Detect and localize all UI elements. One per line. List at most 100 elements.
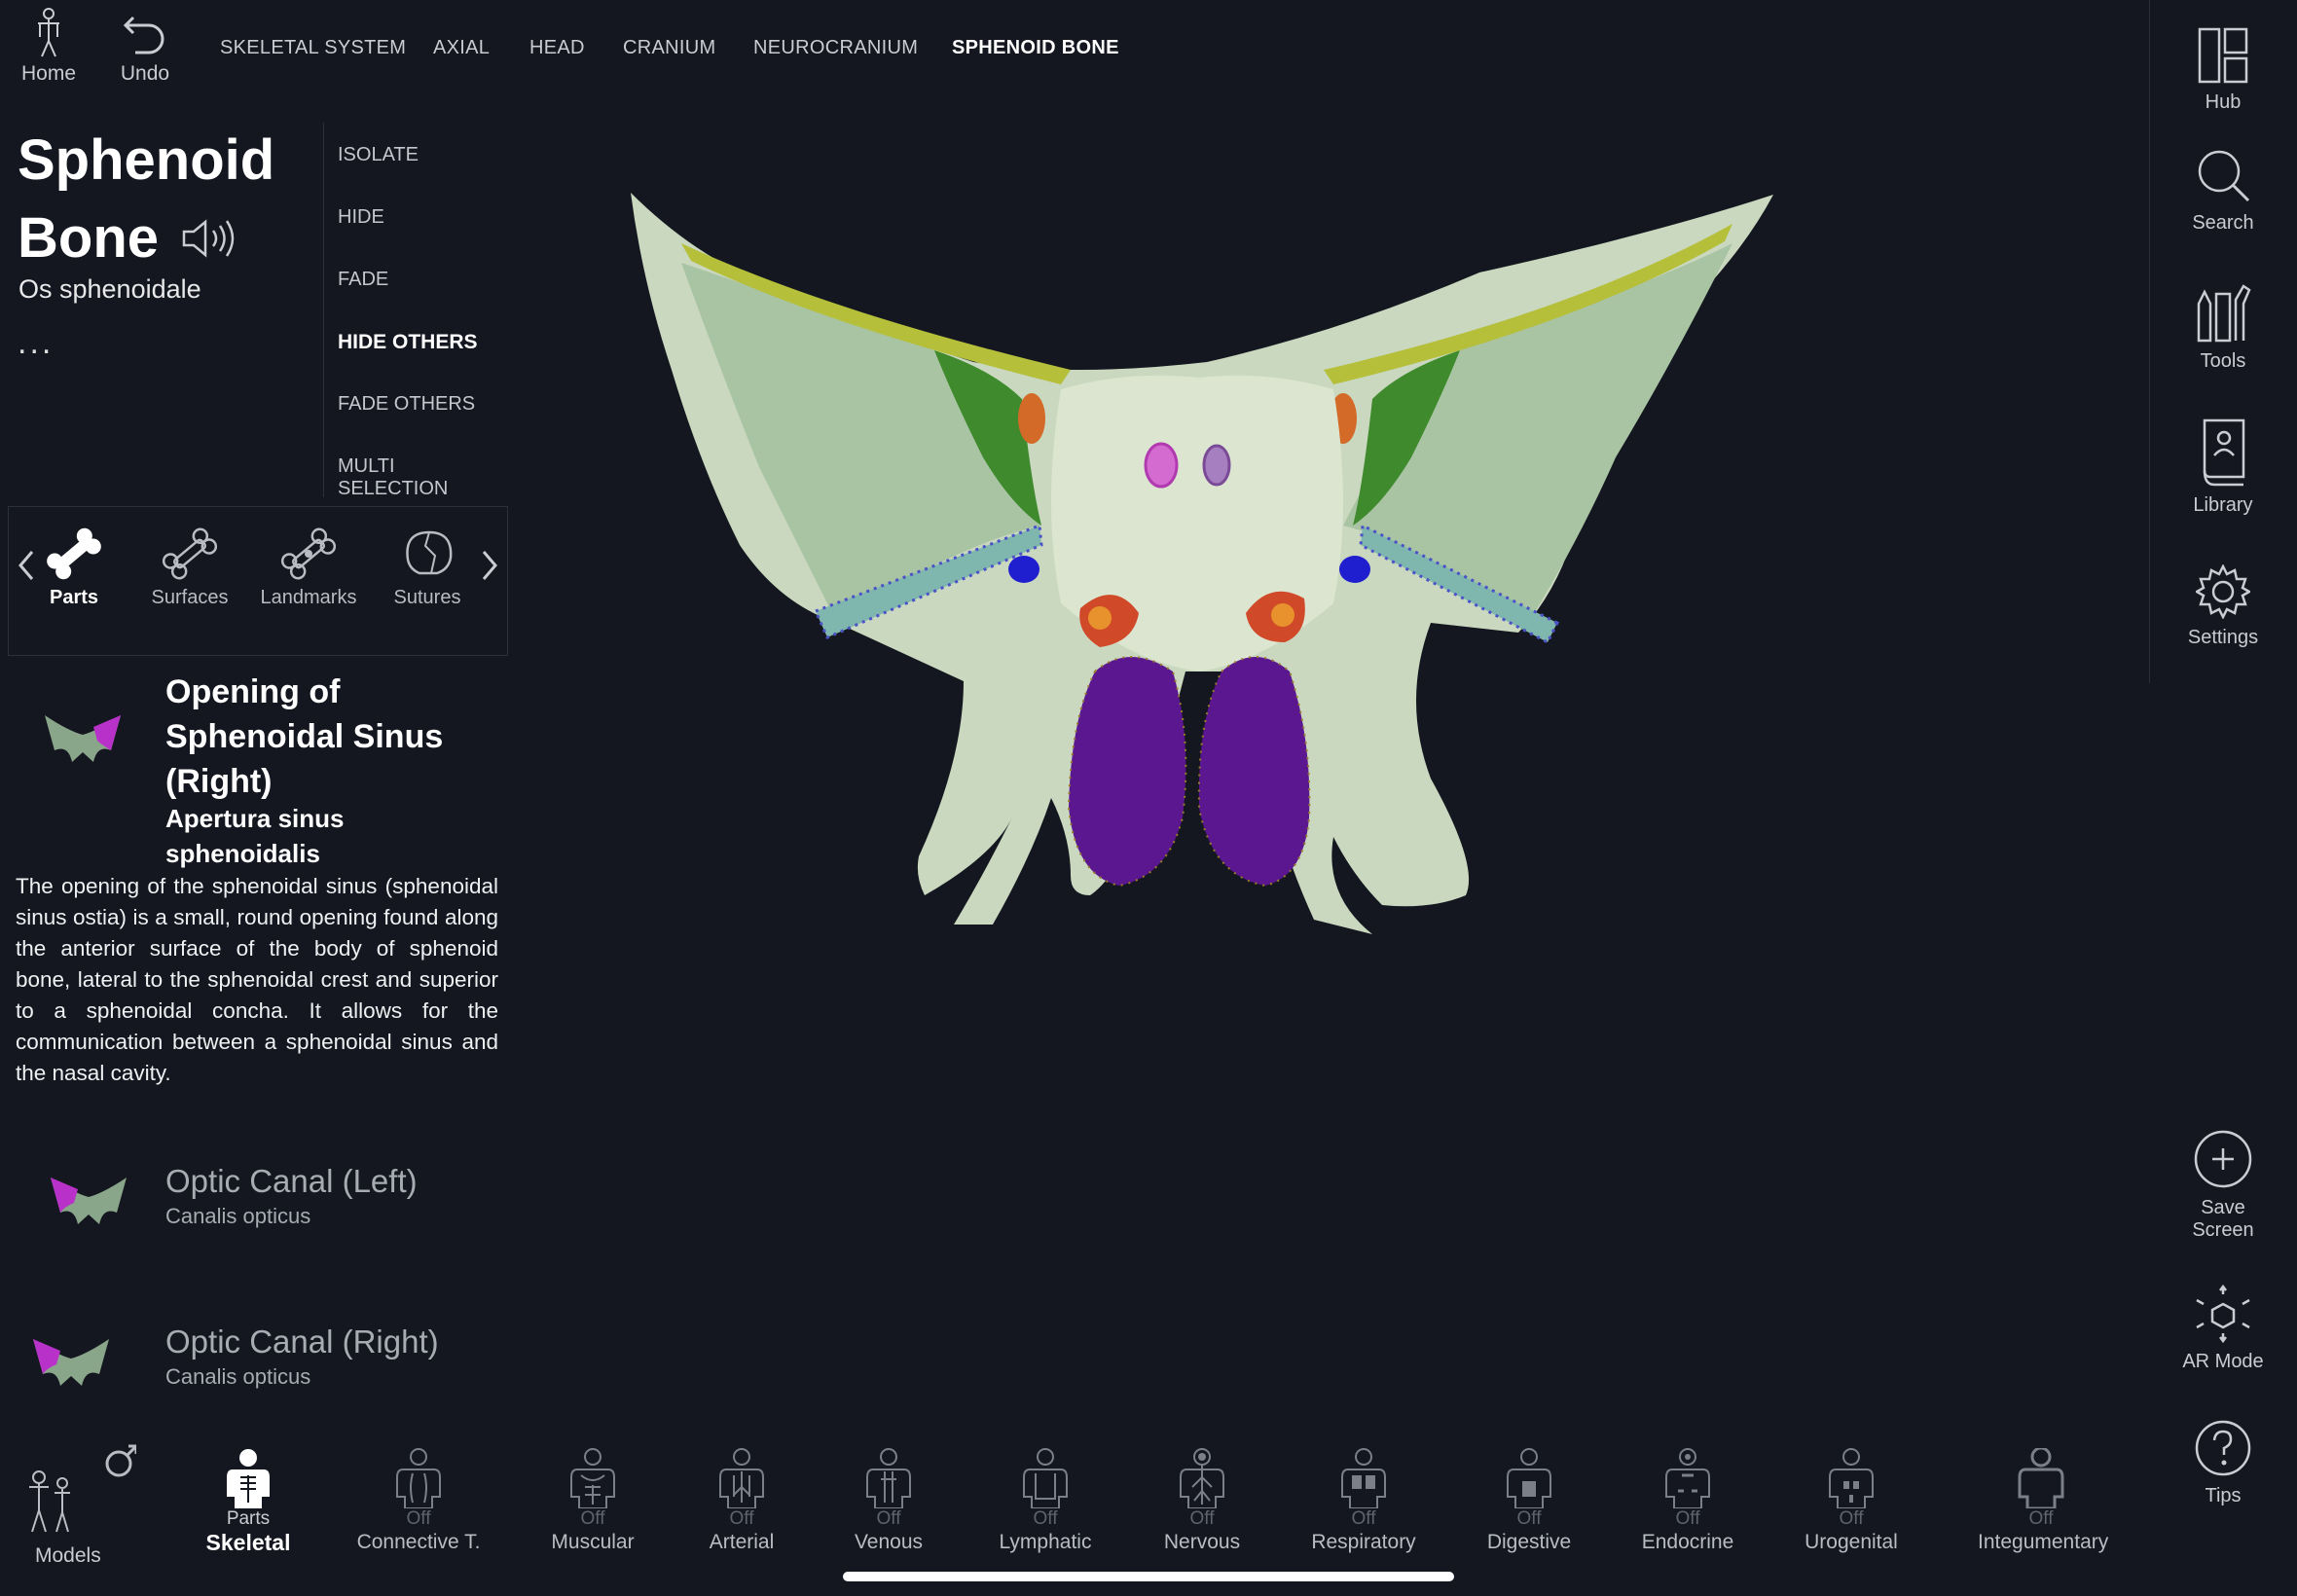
system-lymphatic-state: Off (1033, 1508, 1058, 1529)
tips-button[interactable]: Tips (2149, 1419, 2297, 1507)
right-foramen-rotundum[interactable] (1339, 556, 1370, 583)
tab-surfaces-label: Surfaces (151, 587, 229, 608)
system-arterial-name: Arterial (709, 1531, 775, 1553)
undo-label: Undo (120, 62, 170, 85)
home-label: Home (20, 62, 77, 85)
left-pterygoid-canal-inner (1088, 606, 1112, 630)
structure-name-line2: Bone (18, 206, 159, 270)
system-endocrine[interactable]: Off Endocrine (1624, 1448, 1751, 1555)
endocrine-icon (1665, 1448, 1710, 1508)
muscular-icon (570, 1448, 615, 1508)
system-urogenital-state: Off (1839, 1508, 1864, 1529)
fade-button[interactable]: FADE (338, 269, 388, 291)
tab-parts[interactable]: Parts (20, 526, 128, 609)
models-button[interactable]: Models (19, 1442, 138, 1578)
breadcrumb-cranium[interactable]: CRANIUM (623, 37, 715, 59)
home-indicator-bar[interactable] (843, 1572, 1454, 1581)
breadcrumb-axial[interactable]: AXIAL (433, 37, 490, 59)
settings-button[interactable]: Settings (2149, 564, 2297, 649)
urogenital-icon (1829, 1448, 1874, 1508)
system-arterial[interactable]: Off Arterial (678, 1448, 805, 1555)
parts-tab-strip: Parts Surfaces Landmarks Sutures (8, 506, 508, 656)
hub-button[interactable]: Hub (2149, 27, 2297, 114)
system-connective-tissue[interactable]: Off Connective T. (355, 1448, 482, 1555)
more-options-button[interactable]: ... (18, 324, 54, 362)
settings-label: Settings (2187, 627, 2259, 648)
system-muscular-name: Muscular (551, 1531, 635, 1553)
tab-sutures[interactable]: Sutures (374, 526, 481, 609)
ar-cube-icon (2196, 1285, 2250, 1343)
system-nervous-state: Off (1189, 1508, 1215, 1529)
sphenoid-bone-3d-model[interactable] (603, 175, 1791, 954)
system-muscular[interactable]: Off Muscular (529, 1448, 656, 1555)
arterial-icon (719, 1448, 764, 1508)
connective-tissue-icon (396, 1448, 441, 1508)
bone-outline-icon (162, 527, 218, 580)
system-respiratory-name: Respiratory (1311, 1531, 1416, 1553)
hub-label: Hub (2205, 91, 2242, 113)
ar-mode-button[interactable]: AR Mode (2149, 1285, 2297, 1373)
undo-button[interactable]: Undo (101, 8, 189, 86)
hide-others-button[interactable]: HIDE OTHERS (338, 331, 478, 354)
tab-landmarks[interactable]: Landmarks (255, 526, 362, 609)
list-item[interactable]: Optic Canal (Left) Canalis opticus (39, 1163, 496, 1251)
save-screen-label-2: Screen (2192, 1219, 2254, 1241)
left-foramen-rotundum[interactable] (1008, 556, 1039, 583)
hide-button[interactable]: HIDE (338, 206, 384, 229)
tools-label: Tools (2200, 350, 2246, 372)
system-lymphatic[interactable]: Off Lymphatic (982, 1448, 1109, 1555)
tab-parts-label: Parts (49, 587, 99, 608)
multi-selection-button[interactable]: MULTI SELECTION (338, 455, 509, 500)
system-digestive-name: Digestive (1486, 1531, 1572, 1553)
system-endocrine-state: Off (1675, 1508, 1700, 1529)
system-venous-name: Venous (854, 1531, 924, 1553)
system-respiratory[interactable]: Off Respiratory (1300, 1448, 1427, 1555)
breadcrumb-skeletal-system[interactable]: SKELETAL SYSTEM (220, 37, 406, 59)
system-digestive-state: Off (1516, 1508, 1542, 1529)
save-screen-button[interactable]: Save Screen (2149, 1129, 2297, 1242)
search-button[interactable]: Search (2149, 148, 2297, 235)
system-urogenital-name: Urogenital (1805, 1531, 1898, 1553)
selected-part-title: Opening of Sphenoidal Sinus (Right) (165, 673, 444, 800)
skeleton-icon (227, 1449, 270, 1508)
fade-others-button[interactable]: FADE OTHERS (338, 393, 475, 416)
optic-canal-right-thumbnail (33, 1339, 109, 1386)
tab-landmarks-label: Landmarks (260, 587, 357, 608)
gear-icon (2196, 564, 2250, 619)
system-digestive[interactable]: Off Digestive (1466, 1448, 1592, 1555)
list-item-name: Optic Canal (Right) (165, 1324, 439, 1360)
tools-button[interactable]: Tools (2149, 284, 2297, 373)
right-sphenoidal-concha[interactable] (1197, 656, 1311, 888)
list-item-latin: Canalis opticus (165, 1204, 311, 1228)
hub-icon (2198, 27, 2248, 84)
chevron-right-icon[interactable] (480, 548, 499, 583)
tab-surfaces[interactable]: Surfaces (136, 526, 243, 609)
system-nervous[interactable]: Off Nervous (1139, 1448, 1265, 1555)
isolate-button[interactable]: ISOLATE (338, 144, 419, 166)
stomach-icon (1507, 1448, 1551, 1508)
system-integumentary[interactable]: Off Integumentary (1978, 1448, 2108, 1555)
venous-icon (866, 1448, 911, 1508)
right-sinus-opening[interactable] (1144, 442, 1179, 489)
structure-title: Sphenoid Bone (18, 122, 329, 277)
breadcrumb-neurocranium[interactable]: NEUROCRANIUM (753, 37, 918, 59)
system-arterial-state: Off (729, 1508, 754, 1529)
breadcrumb-sphenoid-bone[interactable]: SPHENOID BONE (952, 37, 1119, 59)
system-skeletal[interactable]: Parts Skeletal (185, 1448, 311, 1555)
system-nervous-name: Nervous (1163, 1531, 1241, 1553)
list-item[interactable]: Optic Canal (Right) Canalis opticus (27, 1324, 494, 1411)
system-urogenital[interactable]: Off Urogenital (1788, 1448, 1914, 1555)
left-orange-foramen[interactable] (1018, 393, 1045, 444)
selected-part-thumbnail[interactable] (39, 706, 127, 774)
breadcrumb-head[interactable]: HEAD (529, 37, 585, 59)
system-skeletal-name: Skeletal (205, 1530, 291, 1555)
speaker-icon[interactable] (180, 217, 238, 260)
home-button[interactable]: Home (5, 8, 92, 86)
save-screen-label-1: Save (2201, 1197, 2245, 1218)
library-button[interactable]: Library (2149, 417, 2297, 517)
left-sinus-opening[interactable] (1202, 444, 1231, 487)
system-respiratory-state: Off (1351, 1508, 1376, 1529)
optic-canal-left-thumbnail (51, 1178, 127, 1224)
system-venous[interactable]: Off Venous (825, 1448, 952, 1555)
system-lymphatic-name: Lymphatic (999, 1531, 1092, 1553)
